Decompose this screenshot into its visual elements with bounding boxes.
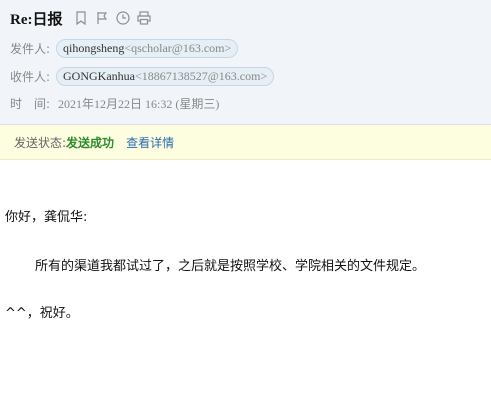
to-row: 收件人: GONGKanhua <18867138527@163.com> xyxy=(10,66,275,86)
recipient-chip[interactable]: GONGKanhua <18867138527@163.com> xyxy=(56,66,275,86)
to-label: 收件人: xyxy=(10,69,51,84)
subject-row: Re:日报 xyxy=(10,8,157,28)
sender-chip[interactable]: qihongsheng <qscholar@163.com> xyxy=(56,38,239,58)
recipient-address: <18867138527@163.com> xyxy=(134,68,268,83)
time-label: 时 间: xyxy=(10,96,51,111)
body-closing: ^^，祝好。 xyxy=(5,306,79,321)
recipient-name: GONGKanhua xyxy=(63,68,135,83)
status-value: 发送成功 xyxy=(66,135,115,150)
view-details-link[interactable]: 查看详情 xyxy=(126,134,174,151)
print-icon[interactable] xyxy=(136,10,152,26)
from-label: 发件人: xyxy=(10,41,51,56)
from-row: 发件人: qihongsheng <qscholar@163.com> xyxy=(10,38,239,58)
flag-icon[interactable] xyxy=(94,10,110,26)
bookmark-icon[interactable] xyxy=(73,10,89,26)
sender-name: qihongsheng xyxy=(63,40,125,55)
send-status-bar: 发送状态: 发送成功 查看详情 xyxy=(0,125,491,160)
body-paragraph: 所有的渠道我都试过了，之后就是按照学校、学院相关的文件规定。 xyxy=(35,259,426,274)
clock-icon[interactable] xyxy=(115,10,131,26)
body-greeting: 你好，龚侃华: xyxy=(5,210,88,225)
time-row: 时 间: 2021年12月22日 16:32 (星期三) xyxy=(10,93,219,113)
status-label: 发送状态: xyxy=(14,135,67,150)
mail-header: Re:日报 发件人: qihongsheng <qscholar@163.com>… xyxy=(0,0,491,125)
mail-toolbar xyxy=(73,10,157,26)
mail-subject: Re:日报 xyxy=(10,11,63,28)
sent-time: 2021年12月22日 16:32 (星期三) xyxy=(58,96,220,111)
sender-address: <qscholar@163.com> xyxy=(124,40,232,55)
